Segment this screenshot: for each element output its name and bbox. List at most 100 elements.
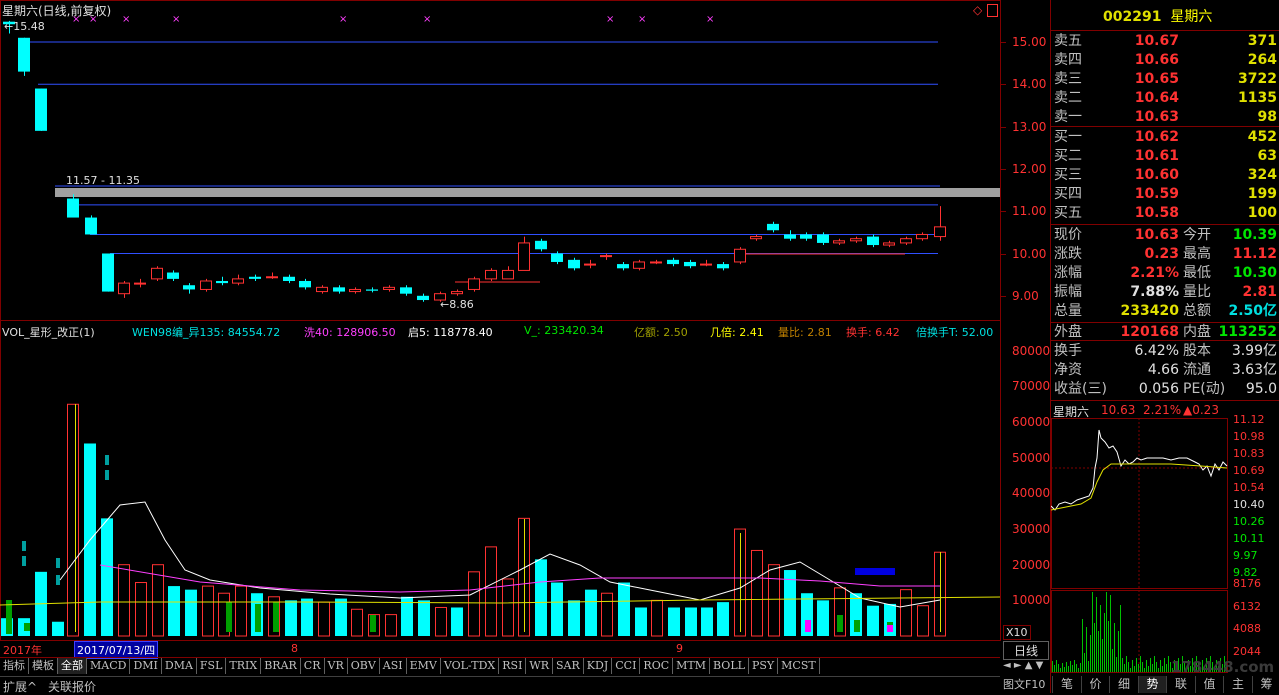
- candle: [469, 277, 480, 292]
- tab-EMV[interactable]: EMV: [407, 658, 441, 674]
- related-quotes-button[interactable]: 关联报价: [48, 678, 96, 695]
- volume-marker: [805, 620, 811, 632]
- tab-SAR[interactable]: SAR: [553, 658, 584, 674]
- volume-tick-label: 50000: [1012, 451, 1050, 465]
- tab-TRIX[interactable]: TRIX: [226, 658, 261, 674]
- stat-row: 涨跌0.23最高11.12: [1051, 245, 1279, 264]
- mini-price-tick: 10.83: [1233, 447, 1265, 460]
- volume-bar: [668, 607, 680, 636]
- signal-bar: [56, 558, 60, 568]
- scroll-arrows[interactable]: ◄ ► ▲ ▼: [1003, 660, 1043, 671]
- tab-MTM[interactable]: MTM: [673, 658, 710, 674]
- candle-body: [551, 254, 563, 262]
- tab-FSL[interactable]: FSL: [197, 658, 226, 674]
- mini-chart-header: 星期六 10.63 2.21% ▲0.23: [1051, 400, 1279, 401]
- tab-CR[interactable]: CR: [301, 658, 325, 674]
- quote-row[interactable]: 卖二10.641135: [1051, 89, 1279, 108]
- stat-label: 收益(三): [1054, 380, 1107, 399]
- price-tick-label: 9.00: [1012, 289, 1039, 303]
- indicator-value: 亿额: 2.50: [634, 324, 688, 340]
- candle: [452, 289, 463, 295]
- quote-row[interactable]: 卖四10.66264: [1051, 51, 1279, 70]
- stat-value: 4.66: [1148, 361, 1179, 380]
- tab-VR[interactable]: VR: [325, 658, 348, 674]
- view-tab-价[interactable]: 价: [1081, 676, 1110, 693]
- mini-price-tick: 10.69: [1233, 464, 1265, 477]
- volume-bar: [717, 602, 729, 636]
- candle: [751, 234, 762, 240]
- quote-label: 卖一: [1054, 108, 1082, 127]
- range-band: [55, 188, 1000, 197]
- tab-BRAR[interactable]: BRAR: [261, 658, 301, 674]
- stat-value: 2.81: [1242, 283, 1277, 302]
- view-tab-势[interactable]: 势: [1138, 676, 1167, 693]
- tab-模板[interactable]: 模板: [29, 658, 58, 674]
- tab-ASI[interactable]: ASI: [380, 658, 407, 674]
- candle: [119, 281, 130, 298]
- candle-body: [568, 260, 580, 268]
- tab-指标[interactable]: 指标: [0, 658, 29, 674]
- view-tab-联[interactable]: 联: [1166, 676, 1195, 693]
- quote-row[interactable]: 买一10.62452: [1051, 128, 1279, 147]
- tab-ROC[interactable]: ROC: [640, 658, 673, 674]
- candle-body: [384, 287, 395, 289]
- quote-row[interactable]: 买四10.59199: [1051, 185, 1279, 204]
- quote-row[interactable]: 买五10.58100: [1051, 204, 1279, 223]
- candle: [400, 285, 412, 296]
- view-tab-值[interactable]: 值: [1195, 676, 1224, 693]
- level-lines: [25, 42, 1000, 282]
- indicator-value: WEN98编_异135: 84554.72: [132, 324, 280, 340]
- tab-MACD[interactable]: MACD: [87, 658, 130, 674]
- arrow-icon: ←: [440, 298, 449, 311]
- candle: [935, 206, 946, 241]
- volume-bar: [918, 606, 929, 636]
- tab-DMI[interactable]: DMI: [130, 658, 161, 674]
- stat-value: 10.30: [1233, 264, 1277, 283]
- restore-icon[interactable]: [987, 4, 998, 17]
- volume-bar: [551, 583, 563, 636]
- tab-WR[interactable]: WR: [526, 658, 553, 674]
- volume-bar: [535, 559, 547, 636]
- stat-label: 今开: [1183, 226, 1211, 245]
- tab-VOL-TDX[interactable]: VOL-TDX: [441, 658, 499, 674]
- tab-DMA[interactable]: DMA: [162, 658, 197, 674]
- candle: [216, 277, 228, 285]
- quote-price: 10.66: [1135, 51, 1179, 70]
- candle-body: [317, 287, 328, 291]
- tab-OBV[interactable]: OBV: [348, 658, 380, 674]
- view-tab-细[interactable]: 细: [1109, 676, 1138, 693]
- tab-KDJ[interactable]: KDJ: [584, 658, 612, 674]
- diamond-icon[interactable]: ◇: [973, 3, 982, 17]
- volume-bar: [769, 565, 780, 636]
- kline-chart[interactable]: ×××××××××: [0, 0, 1050, 693]
- candle: [366, 287, 378, 292]
- view-tab-笔[interactable]: 笔: [1052, 676, 1081, 693]
- stat-label: 现价: [1054, 226, 1082, 245]
- quote-row[interactable]: 卖一10.6398: [1051, 108, 1279, 127]
- volume-tick-label: 60000: [1012, 415, 1050, 429]
- period-label[interactable]: 日线: [1003, 641, 1049, 660]
- volume-bar: [335, 599, 347, 636]
- volume-bar: [52, 622, 64, 636]
- tab-PSY[interactable]: PSY: [749, 658, 778, 674]
- volume-bar: [301, 599, 313, 636]
- indicator-value: 倍换手T: 52.00: [916, 324, 993, 340]
- quote-row[interactable]: 卖三10.653722: [1051, 70, 1279, 89]
- mini-price-tick: 10.54: [1233, 481, 1265, 494]
- tab-RSI[interactable]: RSI: [499, 658, 526, 674]
- volume-bar: [185, 590, 197, 636]
- quote-row[interactable]: 买二10.6163: [1051, 147, 1279, 166]
- expand-button[interactable]: 扩展^: [3, 678, 37, 695]
- tab-BOLL[interactable]: BOLL: [710, 658, 749, 674]
- quote-row[interactable]: 卖五10.67371: [1051, 32, 1279, 51]
- view-tab-主[interactable]: 主: [1223, 676, 1252, 693]
- stat-value: 0.056: [1139, 380, 1179, 399]
- volume-bar: [68, 404, 79, 636]
- tab-MCST[interactable]: MCST: [778, 658, 820, 674]
- view-tab-筹[interactable]: 筹: [1252, 676, 1279, 693]
- f10-button[interactable]: 图文F10: [1003, 676, 1045, 693]
- tab-CCI[interactable]: CCI: [612, 658, 640, 674]
- quote-row[interactable]: 买三10.60324: [1051, 166, 1279, 185]
- signal-marker-icon: ×: [423, 14, 431, 25]
- tab-全部[interactable]: 全部: [58, 658, 87, 674]
